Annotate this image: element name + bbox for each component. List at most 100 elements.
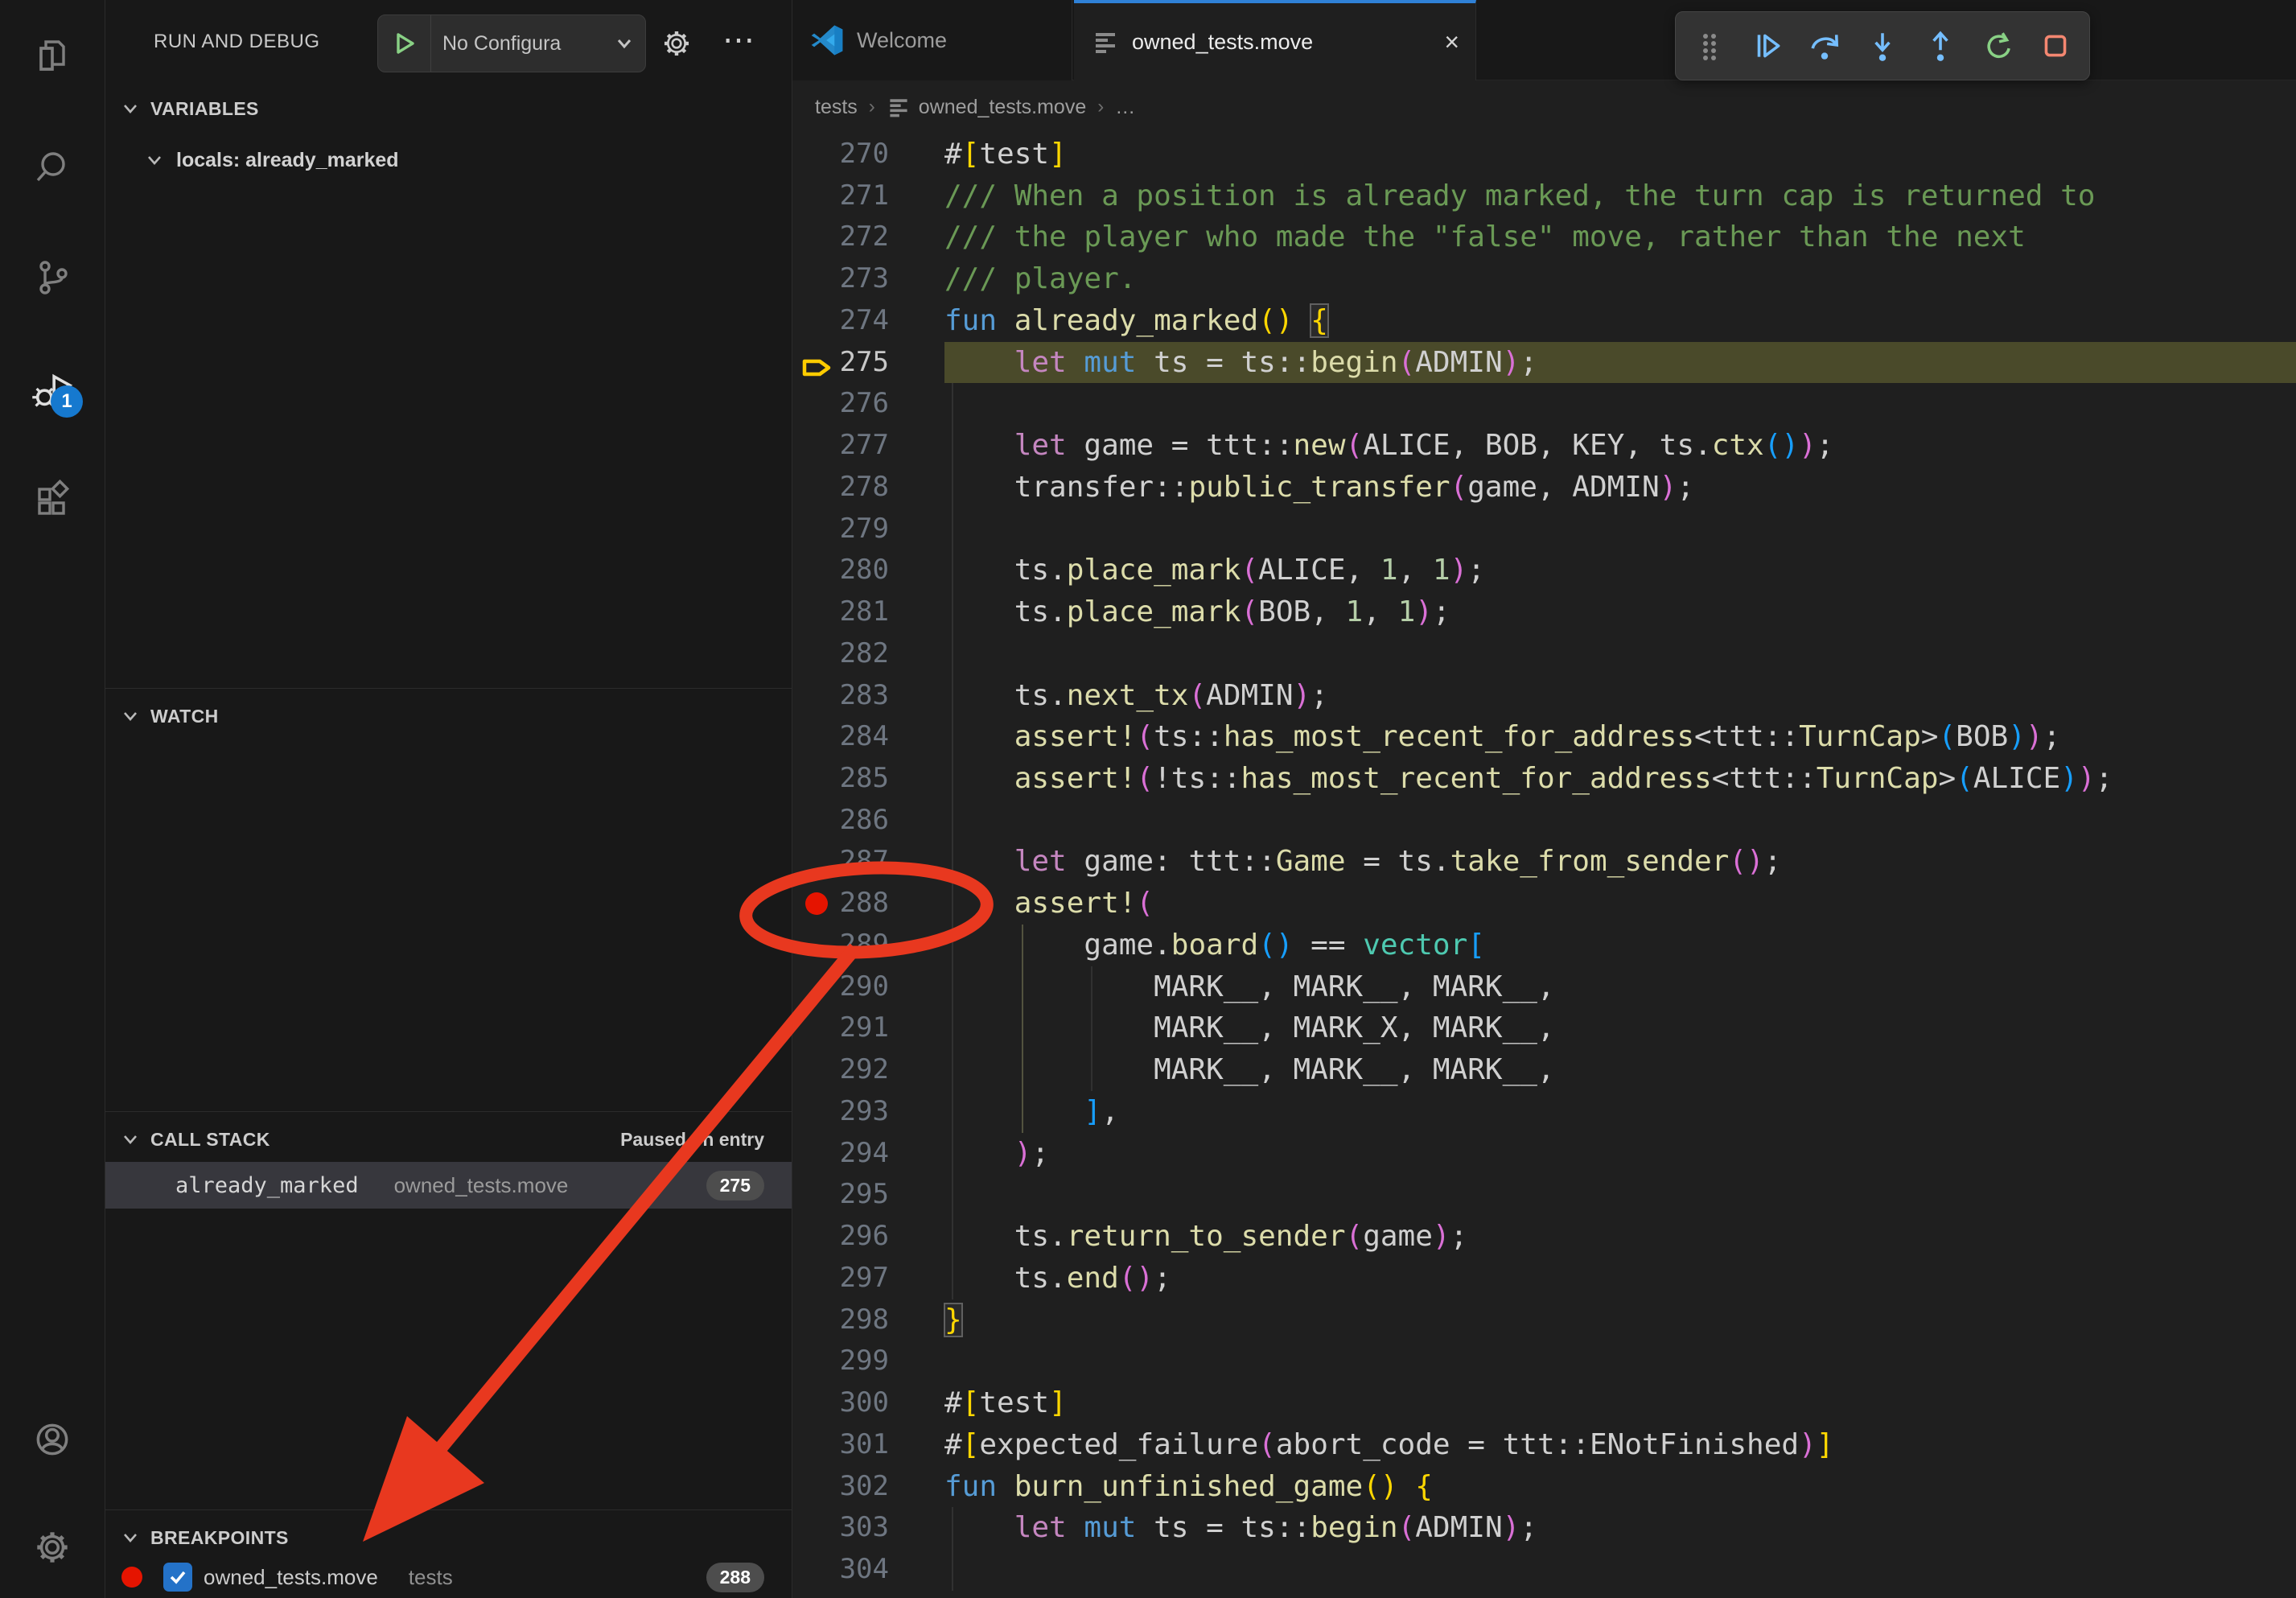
code-text[interactable]: ], <box>944 1091 2296 1133</box>
code-text[interactable]: #[test] <box>944 1382 2296 1424</box>
code-text[interactable]: let game: ttt::Game = ts.take_from_sende… <box>944 841 2296 883</box>
code-text[interactable]: game.board() == vector[ <box>944 925 2296 966</box>
breadcrumb-symbol[interactable]: … <box>1115 96 1135 119</box>
code-text[interactable]: ts.place_mark(BOB, 1, 1); <box>944 591 2296 633</box>
line-number-289[interactable]: 289 <box>792 925 944 966</box>
line-number-286[interactable]: 286 <box>792 800 944 842</box>
debug-settings-gear-icon[interactable] <box>651 18 702 69</box>
tab-welcome[interactable]: Welcome <box>792 0 1072 80</box>
watch-section-header[interactable]: WATCH <box>105 694 792 739</box>
code-text[interactable]: transfer::public_transfer(game, ADMIN); <box>944 467 2296 509</box>
line-number-302[interactable]: 302 <box>792 1466 944 1508</box>
line-number-300[interactable]: 300 <box>792 1382 944 1424</box>
code-text[interactable]: ts.end(); <box>944 1258 2296 1299</box>
line-number-281[interactable]: 281 <box>792 591 944 633</box>
run-and-debug-icon[interactable]: 1 <box>12 348 93 429</box>
line-number-277[interactable]: 277 <box>792 425 944 467</box>
line-number-274[interactable]: 274 <box>792 300 944 342</box>
line-number-294[interactable]: 294 <box>792 1133 944 1175</box>
code-text[interactable]: ts.return_to_sender(game); <box>944 1216 2296 1258</box>
settings-gear-icon[interactable] <box>12 1507 93 1588</box>
code-text[interactable]: ); <box>944 1133 2296 1175</box>
code-text[interactable] <box>944 800 2296 842</box>
line-number-272[interactable]: 272 <box>792 216 944 258</box>
account-icon[interactable] <box>12 1399 93 1480</box>
line-number-297[interactable]: 297 <box>792 1258 944 1299</box>
line-number-283[interactable]: 283 <box>792 675 944 717</box>
breakpoint-checkbox[interactable] <box>163 1563 192 1592</box>
line-number-279[interactable]: 279 <box>792 509 944 550</box>
code-text[interactable]: MARK__, MARK__, MARK__, <box>944 966 2296 1008</box>
code-text[interactable]: /// player. <box>944 258 2296 300</box>
code-text[interactable]: } <box>944 1299 2296 1341</box>
line-number-291[interactable]: 291 <box>792 1007 944 1049</box>
code-text[interactable]: let mut ts = ts::begin(ADMIN); <box>944 1507 2296 1549</box>
code-text[interactable] <box>944 1549 2296 1591</box>
line-number-284[interactable]: 284 <box>792 716 944 758</box>
code-text[interactable]: ts.next_tx(ADMIN); <box>944 675 2296 717</box>
code-text[interactable]: #[test] <box>944 134 2296 175</box>
line-number-292[interactable]: 292 <box>792 1049 944 1091</box>
line-number-290[interactable]: 290 <box>792 966 944 1008</box>
line-number-288[interactable]: 288 <box>792 883 944 925</box>
line-number-301[interactable]: 301 <box>792 1424 944 1466</box>
code-text[interactable]: MARK__, MARK_X, MARK__, <box>944 1007 2296 1049</box>
source-control-icon[interactable] <box>12 237 93 318</box>
toolbar-drag-grip-icon[interactable] <box>1685 22 1734 70</box>
tab-owned-tests-move[interactable]: owned_tests.move × <box>1074 0 1476 80</box>
line-number-303[interactable]: 303 <box>792 1507 944 1549</box>
code-text[interactable] <box>944 1341 2296 1382</box>
line-number-295[interactable]: 295 <box>792 1174 944 1216</box>
debug-configuration-dropdown[interactable]: No Configura <box>377 14 646 72</box>
code-text[interactable]: ts.place_mark(ALICE, 1, 1); <box>944 550 2296 591</box>
code-text[interactable]: fun already_marked() { <box>944 300 2296 342</box>
line-number-304[interactable]: 304 <box>792 1549 944 1591</box>
line-number-278[interactable]: 278 <box>792 467 944 509</box>
extensions-icon[interactable] <box>12 459 93 540</box>
code-text[interactable]: fun burn_unfinished_game() { <box>944 1466 2296 1508</box>
step-out-icon[interactable] <box>1916 22 1965 70</box>
code-text[interactable]: MARK__, MARK__, MARK__, <box>944 1049 2296 1091</box>
search-icon[interactable] <box>12 126 93 207</box>
line-number-271[interactable]: 271 <box>792 175 944 217</box>
code-text[interactable]: /// When a position is already marked, t… <box>944 175 2296 217</box>
step-over-icon[interactable] <box>1800 22 1849 70</box>
start-debug-icon[interactable] <box>378 15 431 72</box>
line-number-280[interactable]: 280 <box>792 550 944 591</box>
code-text[interactable] <box>944 1174 2296 1216</box>
restart-icon[interactable] <box>1974 22 2022 70</box>
line-number-298[interactable]: 298 <box>792 1299 944 1341</box>
line-number-270[interactable]: 270 <box>792 134 944 175</box>
variables-locals-scope[interactable]: locals: already_marked <box>105 137 792 183</box>
close-tab-icon[interactable]: × <box>1444 29 1459 55</box>
breakpoint-list-item[interactable]: owned_tests.move tests 288 <box>105 1556 792 1598</box>
call-stack-section-header[interactable]: CALL STACK Paused on entry <box>105 1117 792 1162</box>
line-number-296[interactable]: 296 <box>792 1216 944 1258</box>
line-number-285[interactable]: 285 <box>792 758 944 800</box>
code-text[interactable]: #[expected_failure(abort_code = ttt::ENo… <box>944 1424 2296 1466</box>
code-text[interactable]: let game = ttt::new(ALICE, BOB, KEY, ts.… <box>944 425 2296 467</box>
more-actions-icon[interactable]: ⋯ <box>710 14 768 66</box>
step-into-icon[interactable] <box>1858 22 1907 70</box>
continue-icon[interactable] <box>1743 22 1792 70</box>
code-text[interactable]: assert!(ts::has_most_recent_for_address<… <box>944 716 2296 758</box>
code-text[interactable]: assert!(!ts::has_most_recent_for_address… <box>944 758 2296 800</box>
variables-section-header[interactable]: VARIABLES <box>105 86 792 131</box>
code-text[interactable] <box>944 509 2296 550</box>
code-text[interactable] <box>944 383 2296 425</box>
line-number-273[interactable]: 273 <box>792 258 944 300</box>
breadcrumb-folder[interactable]: tests <box>815 96 858 119</box>
line-number-293[interactable]: 293 <box>792 1091 944 1133</box>
breadcrumb-file[interactable]: owned_tests.move <box>887 95 1086 119</box>
line-number-276[interactable]: 276 <box>792 383 944 425</box>
line-number-287[interactable]: 287 <box>792 841 944 883</box>
explorer-icon[interactable] <box>12 15 93 96</box>
code-text[interactable]: assert!( <box>944 883 2296 925</box>
breakpoints-section-header[interactable]: BREAKPOINTS <box>105 1515 792 1560</box>
line-number-299[interactable]: 299 <box>792 1341 944 1382</box>
code-text[interactable] <box>944 633 2296 675</box>
line-number-275[interactable]: 275 <box>792 342 944 384</box>
code-text[interactable]: /// the player who made the "false" move… <box>944 216 2296 258</box>
call-stack-frame[interactable]: already_marked owned_tests.move 275 <box>105 1162 792 1209</box>
code-text[interactable]: let mut ts = ts::begin(ADMIN); <box>944 342 2296 384</box>
